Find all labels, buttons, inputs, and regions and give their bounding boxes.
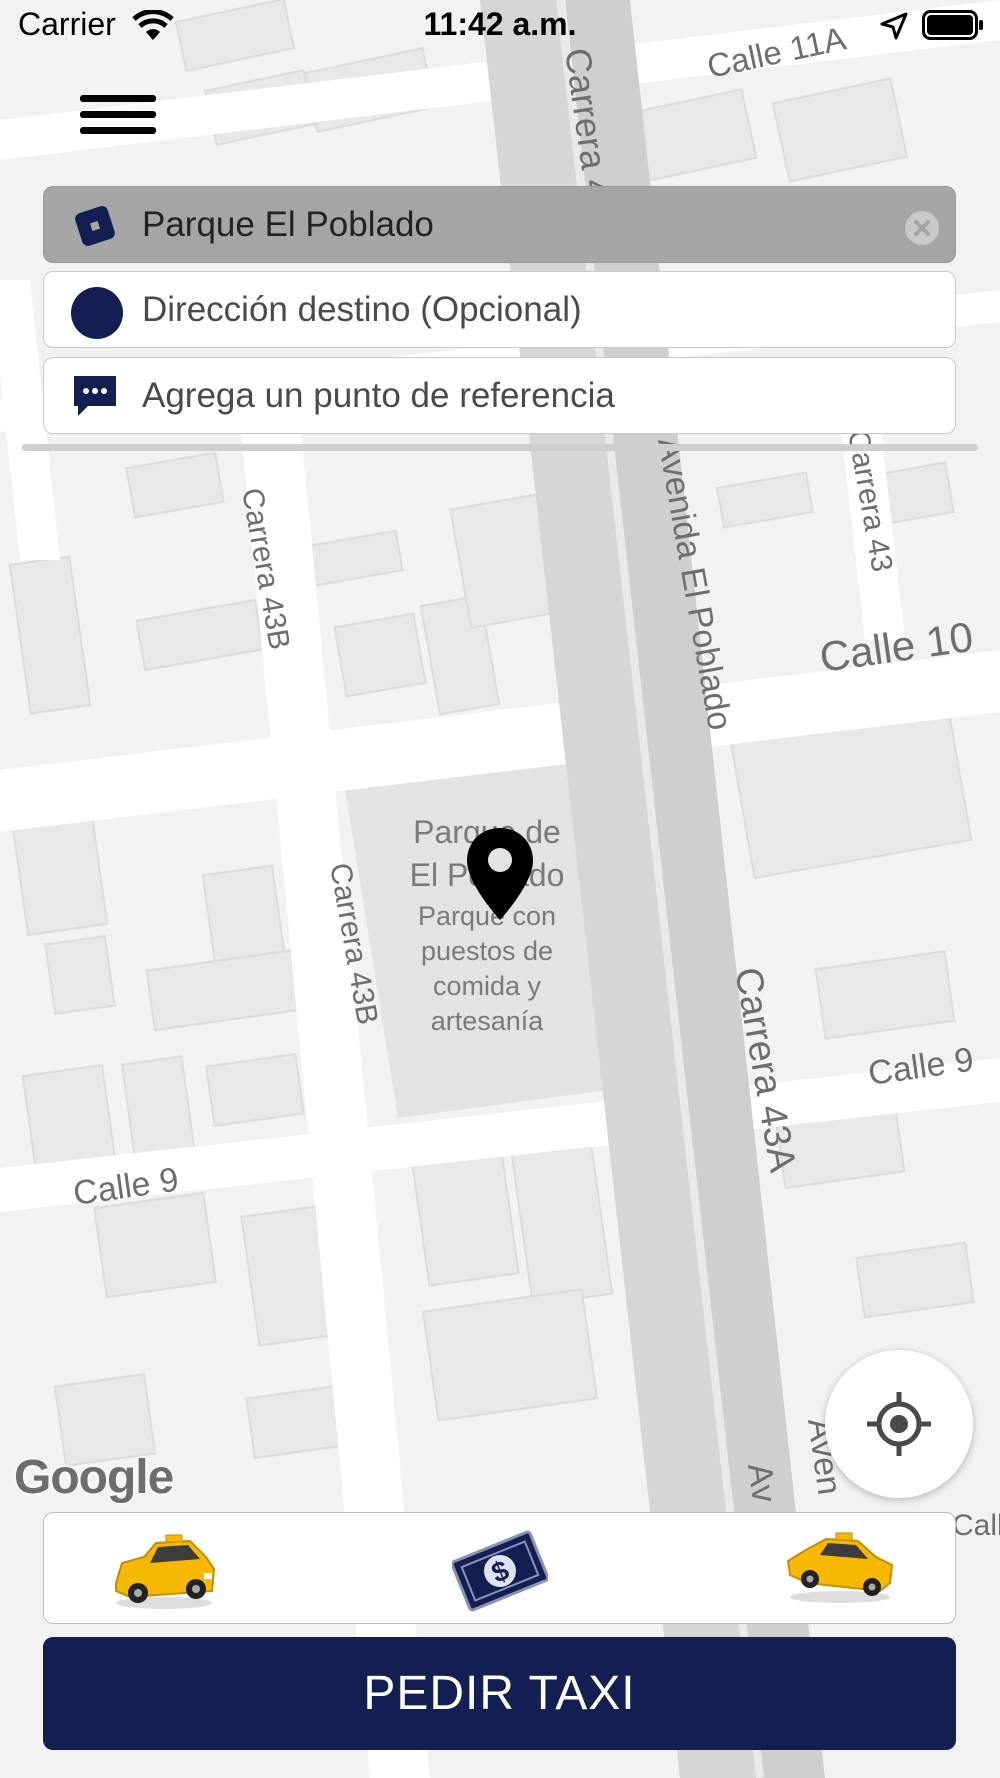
chat-bubble-icon <box>74 376 116 416</box>
service-options-bar: $ <box>43 1512 956 1624</box>
origin-field[interactable]: Parque El Poblado <box>43 186 956 263</box>
my-location-button[interactable] <box>825 1350 973 1498</box>
taxi-hatchback-option[interactable] <box>110 1521 218 1618</box>
status-bar: Carrier 11:42 a.m. <box>0 0 1000 54</box>
cash-payment-option[interactable]: $ <box>450 1521 550 1626</box>
map-label: Call <box>952 1509 1000 1542</box>
crosshair-icon <box>867 1392 931 1456</box>
menu-icon-bar <box>80 127 156 134</box>
map-label: Av <box>740 1461 783 1505</box>
clear-origin-button[interactable] <box>905 211 939 245</box>
park-description: artesanía <box>431 1006 545 1036</box>
taxi-hatchback-icon <box>115 1534 216 1609</box>
location-arrow-icon <box>880 12 908 40</box>
menu-icon-bar <box>80 95 156 102</box>
close-icon <box>914 220 930 236</box>
origin-value: Parque El Poblado <box>142 205 434 244</box>
destination-field[interactable]: Dirección destino (Opcional) <box>43 271 956 348</box>
map-pin-icon <box>467 828 533 920</box>
status-time: 11:42 a.m. <box>423 6 577 42</box>
reference-field[interactable]: Agrega un punto de referencia <box>43 357 956 434</box>
park-description: comida y <box>433 971 542 1001</box>
order-taxi-button[interactable]: PEDIR TAXI <box>43 1637 956 1750</box>
origin-square-icon <box>75 206 115 246</box>
menu-icon-bar <box>80 111 156 118</box>
taxi-sedan-option[interactable] <box>784 1521 896 1610</box>
reference-placeholder: Agrega un punto de referencia <box>142 376 615 415</box>
menu-button[interactable] <box>80 95 160 145</box>
battery-icon <box>922 10 983 40</box>
destination-dot-icon <box>71 287 123 339</box>
park-description: puestos de <box>421 936 553 966</box>
cash-payment-icon: $ <box>450 1530 550 1612</box>
panel-divider <box>22 444 978 451</box>
destination-placeholder: Dirección destino (Opcional) <box>142 290 582 329</box>
taxi-sedan-icon <box>786 1532 894 1603</box>
google-logo: Google <box>14 1451 174 1504</box>
